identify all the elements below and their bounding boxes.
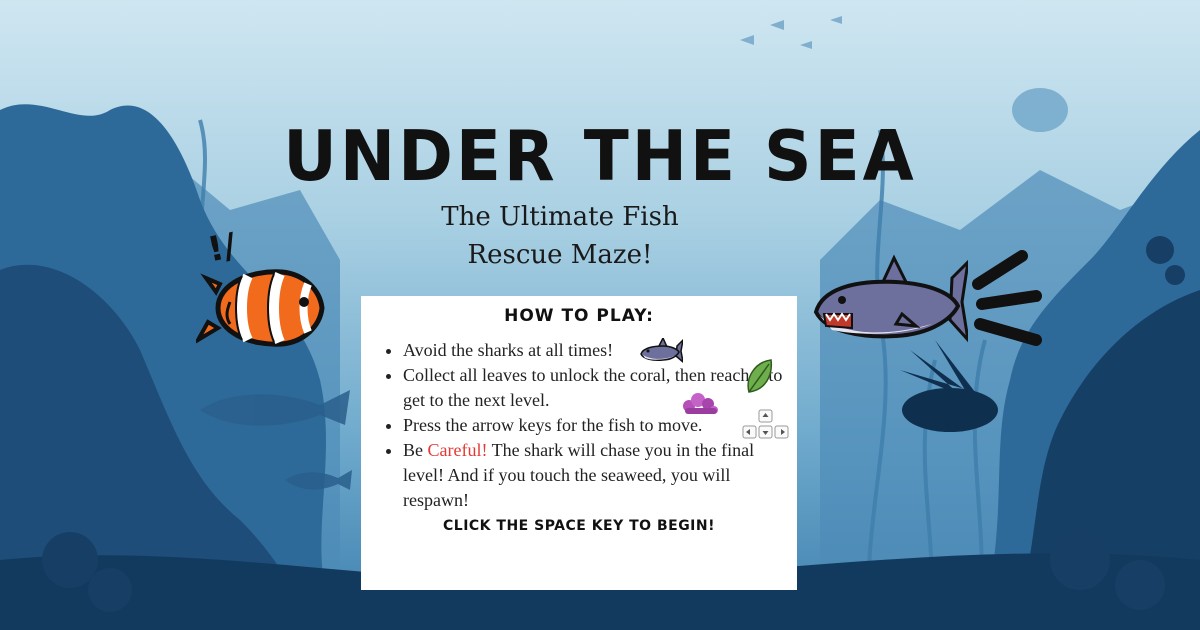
rule-1-text: Avoid the sharks at all times! [403, 340, 614, 360]
coral-icon [683, 393, 718, 414]
shark-icon [813, 254, 968, 343]
rule-arrow-keys: Press the arrow keys for the fish to mov… [403, 413, 783, 438]
game-subtitle: The Ultimate Fish Rescue Maze! [430, 198, 690, 274]
subtitle-line-1: The Ultimate Fish [441, 202, 679, 232]
leaf-icon [747, 359, 773, 393]
arrow-keys-icon [742, 409, 789, 439]
start-prompt[interactable]: CLICK THE SPACE KEY TO BEGIN! [361, 518, 797, 534]
rule-careful: Be Careful! The shark will chase you in … [403, 438, 783, 513]
motion-lines-icon [972, 250, 1042, 346]
rules-list: Avoid the sharks at all times! Collect a… [383, 338, 783, 513]
game-title: UNDER THE SEA [283, 116, 917, 197]
rule-collect-leaves: Collect all leaves to unlock the coral, … [403, 363, 783, 413]
subtitle-line-2: Rescue Maze! [467, 240, 653, 270]
clownfish-icon [196, 269, 325, 347]
rule-2-text: Collect all leaves to unlock the coral, … [403, 365, 783, 410]
rule-3-text: Press the arrow keys for the fish to mov… [403, 415, 703, 435]
mini-shark-icon [640, 338, 683, 363]
rule-avoid-sharks: Avoid the sharks at all times! [403, 338, 783, 363]
rule-4-prefix: Be [403, 440, 428, 460]
instructions-card: HOW TO PLAY: Avoid the sharks at all tim… [361, 296, 797, 590]
how-to-play-heading: HOW TO PLAY: [504, 306, 654, 326]
careful-highlight: Careful! [427, 440, 488, 460]
